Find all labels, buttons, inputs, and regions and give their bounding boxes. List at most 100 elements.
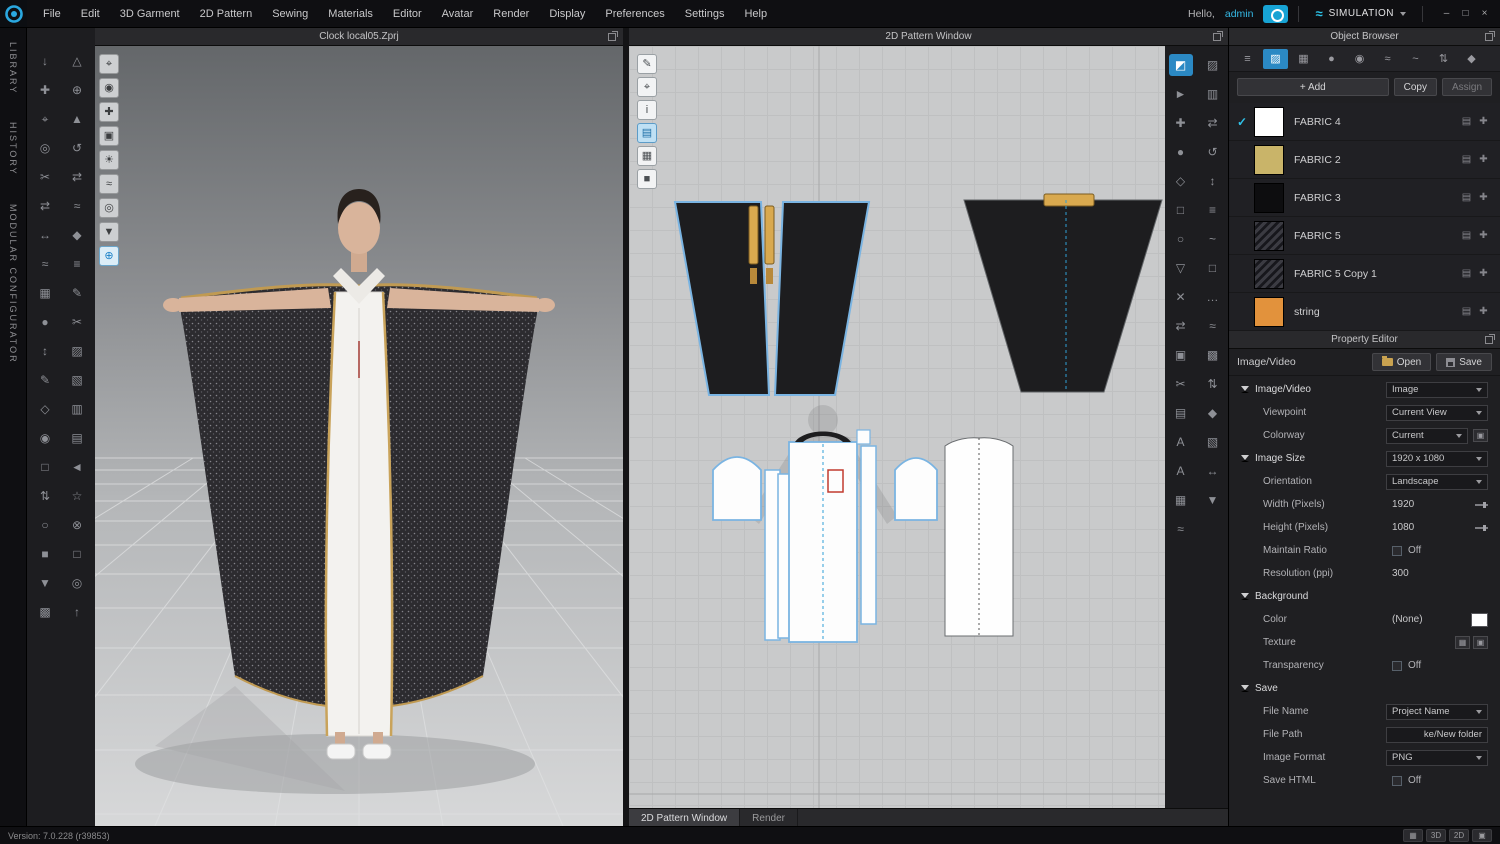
menu-item[interactable]: Sewing (262, 0, 318, 28)
menu-item[interactable]: Edit (71, 0, 110, 28)
polygon-icon[interactable]: ◇ (1169, 170, 1193, 192)
binding-tool-icon[interactable]: ■ (33, 543, 57, 565)
fabric-detail-icon[interactable]: ▤ (1458, 230, 1475, 241)
save-button[interactable]: Save (1436, 353, 1492, 371)
minimize-button[interactable]: – (1439, 6, 1454, 21)
image-format-dropdown[interactable]: PNG (1386, 749, 1488, 766)
slider-icon[interactable] (1475, 501, 1488, 508)
fabric-swatch[interactable] (1254, 182, 1284, 213)
popout-icon[interactable] (1485, 334, 1495, 344)
tape-avatar-icon[interactable]: ≡ (65, 253, 89, 275)
baseline-icon[interactable]: … (1201, 286, 1225, 308)
steam-brush-icon[interactable]: ☆ (65, 485, 89, 507)
overlay-view-icon[interactable]: ▣ (1472, 829, 1492, 842)
menu-item[interactable]: Display (539, 0, 595, 28)
gizmo-rotate-icon[interactable]: ↺ (65, 137, 89, 159)
username-link[interactable]: admin (1225, 8, 1254, 20)
assign-button[interactable]: Assign (1441, 78, 1492, 96)
popout-icon[interactable] (1213, 31, 1223, 41)
graphic-tab-icon[interactable]: ▦ (1291, 49, 1316, 69)
fabric-swatch[interactable] (1254, 220, 1284, 251)
fabric-swatch[interactable] (1254, 106, 1284, 137)
magnet-icon[interactable]: ⊗ (65, 514, 89, 536)
popout-icon[interactable] (1485, 31, 1495, 41)
fold-arrangement-icon[interactable]: ◇ (33, 398, 57, 420)
fabric-tab-icon[interactable]: ▨ (1263, 48, 1288, 69)
zipper-2d-icon[interactable]: ⇅ (1201, 373, 1225, 395)
mesh-icon[interactable]: ▥ (65, 398, 89, 420)
fabric-row[interactable]: string ▤ ✚ (1229, 293, 1500, 331)
colorway-dropdown[interactable]: Current (1386, 427, 1468, 444)
transparency-checkbox[interactable] (1392, 660, 1402, 671)
piping-tool-icon[interactable]: ○ (33, 514, 57, 536)
fabric-edit-icon[interactable]: ✚ (1475, 230, 1492, 241)
fabric-swatch[interactable] (1254, 296, 1284, 327)
menu-item[interactable]: Render (483, 0, 539, 28)
target-icon[interactable]: ◎ (65, 572, 89, 594)
multi-window-icon[interactable]: ▦ (1403, 829, 1423, 842)
seamline-icon[interactable]: ~ (1201, 228, 1225, 250)
menu-item[interactable]: 2D Pattern (190, 0, 263, 28)
align-icon[interactable]: ≡ (1201, 199, 1225, 221)
fabric-detail-icon[interactable]: ▤ (1458, 154, 1475, 165)
fabric-swatch[interactable] (1254, 144, 1284, 175)
fabric-edit-icon[interactable]: ✚ (1475, 154, 1492, 165)
ruler-3d-icon[interactable]: □ (65, 543, 89, 565)
menu-item[interactable]: Help (734, 0, 777, 28)
solidify-icon[interactable]: ▦ (33, 282, 57, 304)
tack-on-avatar-icon[interactable]: ● (33, 311, 57, 333)
grain-icon[interactable]: ◄ (65, 456, 89, 478)
button-tool-icon[interactable]: ◉ (33, 427, 57, 449)
zipper-tool-icon[interactable]: ⇅ (33, 485, 57, 507)
sphere-tab-icon[interactable]: ● (1319, 49, 1344, 69)
snapshot-icon[interactable]: ▣ (99, 126, 119, 146)
texture-grid-icon[interactable]: ▦ (1455, 636, 1470, 649)
flatten-icon[interactable]: ▼ (33, 572, 57, 594)
open-button[interactable]: Open (1371, 353, 1432, 371)
mirror-icon[interactable]: ⇄ (1201, 112, 1225, 134)
texture-icon[interactable]: ▧ (1201, 431, 1225, 453)
unfold-icon[interactable]: ▥ (1201, 83, 1225, 105)
background-color-swatch[interactable] (1471, 612, 1488, 627)
flip-icon[interactable]: ↕ (1201, 170, 1225, 192)
transform-icon[interactable]: ⌖ (637, 77, 657, 97)
fabric-row[interactable]: ✓ FABRIC 4 ▤ ✚ (1229, 103, 1500, 141)
scene-list-icon[interactable]: ≡ (1235, 49, 1260, 69)
stylus-icon[interactable]: ✎ (65, 282, 89, 304)
info-icon[interactable]: i (637, 100, 657, 120)
texture-grid-icon[interactable]: ▦ (637, 146, 657, 166)
ruler-icon[interactable]: ▼ (1201, 489, 1225, 511)
layer-icon[interactable]: ▤ (637, 123, 657, 143)
trim-3d-icon[interactable]: ✂ (65, 311, 89, 333)
button-tab-icon[interactable]: ◉ (1347, 49, 1372, 69)
globe-view-icon[interactable]: ⊕ (99, 246, 119, 266)
image-source-dropdown[interactable]: Image (1386, 381, 1488, 398)
save-html-checkbox[interactable] (1392, 775, 1402, 786)
simulate-drop-icon[interactable]: ↓ (33, 50, 57, 72)
sewing-edit-icon[interactable]: ✂ (33, 166, 57, 188)
fabric-edit-icon[interactable]: ✚ (1475, 116, 1492, 127)
hanger-icon[interactable]: ▲ (65, 108, 89, 130)
trim-tab-icon[interactable]: ◆ (1459, 49, 1484, 69)
close-button[interactable]: × (1477, 6, 1492, 21)
fit-map-icon[interactable]: ▨ (65, 340, 89, 362)
arrange-points-icon[interactable]: ⊕ (65, 79, 89, 101)
notch-icon[interactable]: ✕ (1169, 286, 1193, 308)
file-path-field[interactable]: ke/New folder (1386, 726, 1488, 743)
collapse-triangle-icon[interactable] (1241, 593, 1249, 600)
view-2d-button[interactable]: 2D (1449, 829, 1469, 842)
edit-pattern-icon[interactable]: ► (1169, 83, 1193, 105)
rail-tab[interactable]: MODULAR CONFIGURATOR (8, 204, 18, 364)
pressure-map-icon[interactable]: ▧ (65, 369, 89, 391)
pin-tool-icon[interactable]: ◎ (33, 137, 57, 159)
free-sew-icon[interactable]: ↔ (33, 224, 57, 246)
add-button[interactable]: + Add (1237, 78, 1389, 96)
layer-tool-icon[interactable]: ▤ (65, 427, 89, 449)
fabric-row[interactable]: FABRIC 5 ▤ ✚ (1229, 217, 1500, 255)
width-value[interactable]: 1920 (1386, 499, 1414, 510)
view-gizmo-icon[interactable]: ⌖ (99, 54, 119, 74)
menu-item[interactable]: 3D Garment (110, 0, 190, 28)
texture-open-icon[interactable]: ▣ (1473, 636, 1488, 649)
trace-icon[interactable]: ▣ (1169, 344, 1193, 366)
rail-tab[interactable]: LIBRARY (8, 42, 18, 94)
